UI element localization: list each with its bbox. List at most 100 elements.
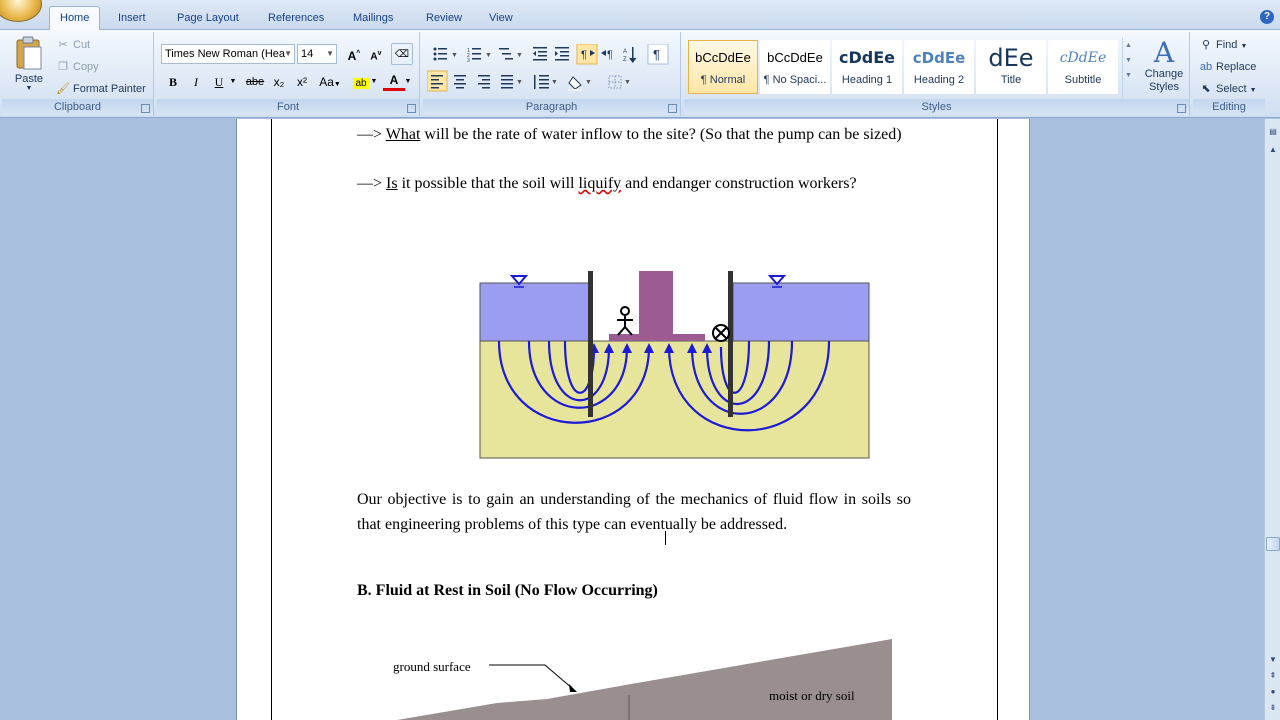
scroll-up-icon[interactable]: ▲ [1266, 143, 1280, 157]
shrink-font-button[interactable]: Av [365, 43, 387, 65]
style-heading-2-name: Heading 2 [913, 74, 965, 86]
justify-icon[interactable]: ▼ [501, 75, 523, 89]
question-liquify[interactable]: —> Is it possible that the soil will liq… [357, 172, 911, 197]
tab-home[interactable]: Home [49, 6, 101, 31]
right-to-left-icon[interactable]: ¶ [601, 49, 613, 61]
excavation-flow-figure[interactable] [479, 269, 871, 461]
decrease-indent-icon[interactable] [533, 47, 547, 61]
copy-button[interactable]: ❐ Copy [56, 60, 99, 74]
find-button[interactable]: ⚲ Find ▼ [1199, 38, 1247, 52]
style-normal[interactable]: bCcDdEe ¶ Normal [688, 40, 758, 94]
format-painter-button[interactable]: 🖌 Format Painter [56, 82, 146, 96]
numbering-icon[interactable]: 123 ▼ [467, 48, 492, 64]
chevron-down-icon[interactable]: ▼ [326, 45, 334, 63]
grow-font-button[interactable]: A^ [343, 43, 365, 65]
subscript-button[interactable]: x₂ [268, 71, 290, 93]
tab-review[interactable]: Review [416, 7, 472, 30]
vertical-scrollbar[interactable]: ▤ ▲ ▼ ⇞ ● ⇟ [1264, 119, 1280, 720]
ltr-toggle-highlight [576, 44, 598, 65]
style-subtitle[interactable]: cDdEe Subtitle [1048, 40, 1118, 94]
scroll-down-icon[interactable]: ▼ [1123, 57, 1134, 64]
align-center-icon[interactable] [454, 75, 466, 89]
binoculars-icon: ⚲ [1201, 39, 1211, 51]
structure-footing [609, 334, 705, 341]
sheet-pile-left [588, 271, 593, 417]
soil-profile [397, 639, 892, 720]
tab-page-layout[interactable]: Page Layout [167, 7, 249, 30]
help-icon[interactable]: ? [1260, 10, 1274, 24]
select-arrow-icon: ⬉ [1201, 83, 1211, 95]
align-right-icon[interactable] [478, 75, 490, 89]
style-heading-1-preview: cDdEe [839, 48, 895, 67]
bold-button[interactable]: B [162, 71, 184, 93]
editing-group: ⚲ Find ▼ ab Replace ⬉ Select ▼ Editing [1193, 32, 1265, 116]
borders-icon[interactable]: ▼ [608, 75, 631, 89]
arrow-prefix: —> [357, 175, 387, 192]
office-button[interactable] [0, 0, 42, 22]
font-color-button[interactable]: A [383, 71, 405, 91]
font-name-value: Times New Roman (Hea [165, 48, 286, 60]
clipboard-dialog-launcher-icon[interactable] [141, 104, 150, 113]
style-no-spacing[interactable]: bCcDdEe ¶ No Spaci... [760, 40, 830, 94]
chevron-down-icon[interactable]: ▼ [227, 71, 239, 93]
change-styles-button[interactable]: A Change Styles [1139, 38, 1189, 94]
tab-references[interactable]: References [258, 7, 334, 30]
svg-text:▼: ▼ [585, 79, 592, 86]
show-formatting-marks-icon[interactable]: ¶ [647, 44, 669, 65]
clear-formatting-icon[interactable]: ⌫ [391, 43, 413, 65]
tab-view[interactable]: View [479, 7, 523, 30]
previous-page-icon[interactable]: ⇞ [1266, 669, 1280, 683]
objective-paragraph[interactable]: Our objective is to gain an understandin… [357, 488, 911, 537]
document-area[interactable]: —> What will be the rate of water inflow… [0, 119, 1264, 720]
increase-indent-icon[interactable] [555, 47, 569, 61]
more-styles-icon[interactable]: ▼ [1123, 72, 1134, 79]
replace-button[interactable]: ab Replace [1199, 60, 1256, 74]
style-heading-2[interactable]: cDdEe Heading 2 [904, 40, 974, 94]
scrollbar-thumb[interactable] [1266, 537, 1280, 551]
select-browse-object-icon[interactable]: ● [1266, 685, 1280, 699]
chevron-down-icon[interactable]: ▼ [403, 71, 413, 93]
strikethrough-button[interactable]: abe [244, 71, 266, 93]
cut-button[interactable]: ✂ Cut [56, 38, 90, 52]
scroll-down-icon[interactable]: ▼ [1266, 653, 1280, 667]
style-title[interactable]: dEe Title [976, 40, 1046, 94]
structure-column [639, 271, 673, 341]
font-group-label: Font [157, 99, 419, 115]
line-spacing-icon[interactable]: ▼ [534, 75, 558, 89]
chevron-down-icon[interactable]: ▼ [284, 45, 292, 63]
paste-icon [16, 36, 42, 70]
italic-button[interactable]: I [185, 71, 207, 93]
bullets-icon[interactable]: ▼ [433, 47, 458, 61]
tab-insert[interactable]: Insert [108, 7, 156, 30]
styles-dialog-launcher-icon[interactable] [1177, 104, 1186, 113]
style-heading-1[interactable]: cDdEe Heading 1 [832, 40, 902, 94]
next-page-icon[interactable]: ⇟ [1266, 701, 1280, 715]
tab-mailings[interactable]: Mailings [343, 7, 403, 30]
scroll-up-icon[interactable]: ▲ [1123, 42, 1134, 49]
clipboard-group-label: Clipboard [2, 99, 153, 115]
superscript-button[interactable]: x² [291, 71, 313, 93]
svg-text:▼: ▼ [624, 79, 631, 86]
chevron-down-icon[interactable]: ▼ [369, 71, 379, 93]
document-page[interactable]: —> What will be the rate of water inflow… [236, 119, 1030, 720]
change-case-button[interactable]: Aa▼ [315, 71, 345, 93]
ground-surface-figure[interactable]: ground surface moist or dry soil [377, 629, 897, 720]
ruler-toggle-icon[interactable]: ▤ [1266, 125, 1280, 139]
font-name-combo[interactable]: Times New Roman (Hea ▼ [161, 44, 295, 64]
font-size-combo[interactable]: 14 ▼ [297, 44, 337, 64]
shading-icon[interactable]: ▼ [568, 76, 592, 91]
style-normal-name: ¶ Normal [700, 74, 746, 86]
paste-dropdown-arrow-icon[interactable]: ▼ [10, 85, 48, 92]
styles-gallery-scroll[interactable]: ▲ ▼ ▼ [1122, 38, 1134, 98]
pump-icon [712, 324, 730, 342]
font-dialog-launcher-icon[interactable] [407, 104, 416, 113]
paragraph-dialog-launcher-icon[interactable] [668, 104, 677, 113]
worker-figure-icon [617, 306, 633, 336]
question-inflow[interactable]: —> What will be the rate of water inflow… [357, 123, 911, 148]
section-heading-b[interactable]: B. Fluid at Rest in Soil (No Flow Occurr… [357, 582, 658, 600]
select-button[interactable]: ⬉ Select ▼ [1199, 82, 1256, 96]
multilevel-list-icon[interactable]: ▼ [499, 48, 523, 60]
water-right [732, 282, 870, 342]
paste-button[interactable]: Paste ▼ [10, 36, 48, 98]
sort-icon[interactable]: AZ [623, 47, 637, 63]
